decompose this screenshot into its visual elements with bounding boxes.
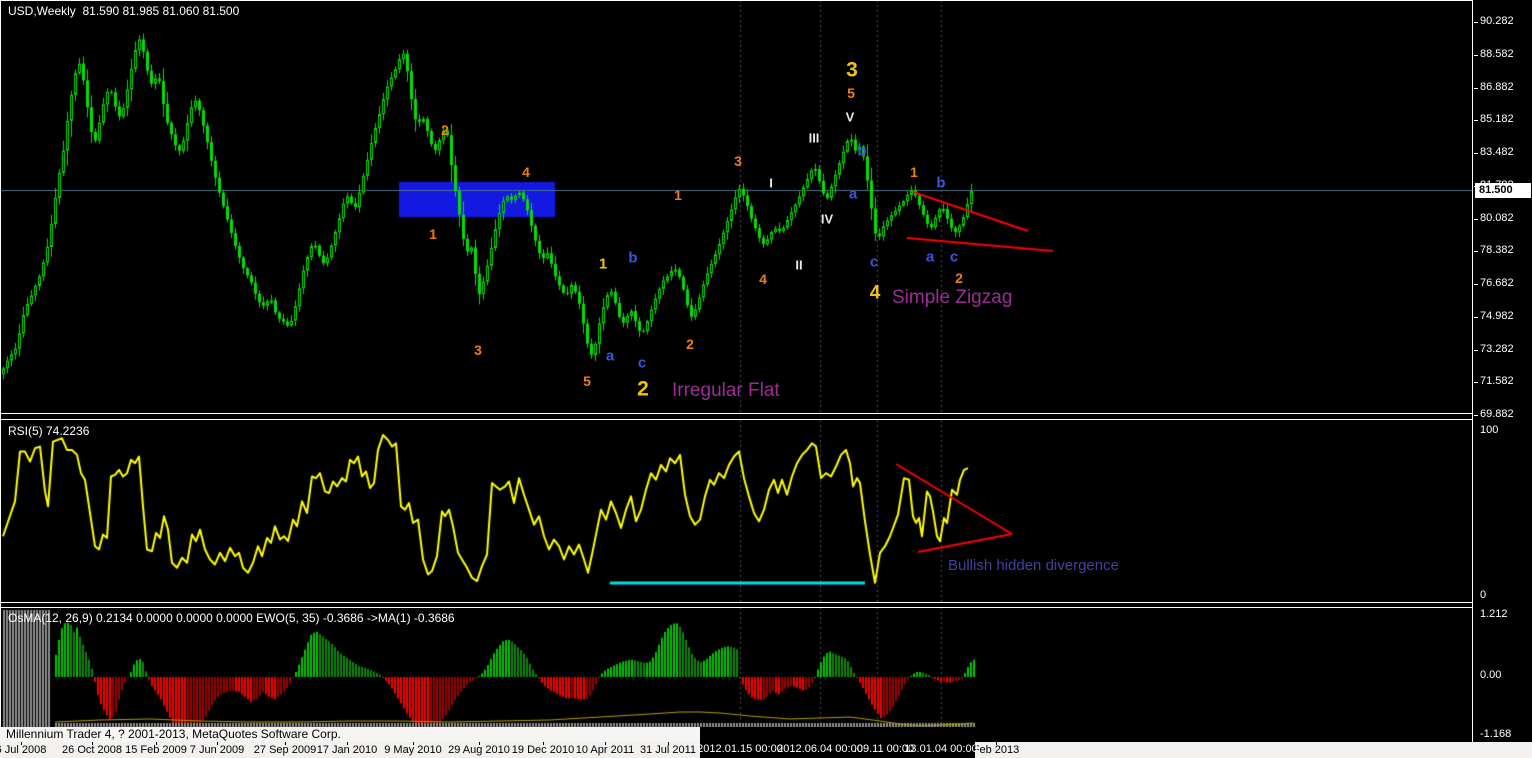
price-tick [1474, 88, 1478, 89]
annotation-bullish-divergence: Bullish hidden divergence [948, 557, 1119, 574]
date-label-highlighted: 2012.06.04 00:00 [777, 743, 863, 755]
date-label: Feb 2013 [972, 744, 1020, 756]
date-label: 17 Jan 2010 [316, 744, 378, 756]
wave-label-a: a [605, 347, 615, 365]
price-tick [1474, 153, 1478, 154]
price-axis-label: 71.582 [1480, 375, 1514, 387]
rsi-panel-canvas[interactable] [0, 420, 1472, 602]
wave-label-3: 3 [474, 342, 482, 358]
wave-label-5: 5 [583, 373, 591, 389]
wave-label-b: b [857, 142, 867, 160]
price-axis-label: 90.282 [1480, 15, 1514, 27]
wave-label-c: c [637, 354, 647, 372]
price-tick [1474, 219, 1478, 220]
trading-terminal: USD,Weekly 81.590 81.985 81.060 81.500 R… [0, 0, 1532, 758]
wave-label-I: I [769, 175, 773, 191]
price-axis-label: 78.382 [1480, 244, 1514, 256]
rsi-indicator-label: RSI(5) 74.2236 [8, 424, 90, 438]
wave-label-3: 3 [846, 58, 858, 82]
wave-label-1: 1 [674, 187, 682, 203]
current-price-box: 81.500 [1475, 183, 1531, 198]
main-panel-bottom-border [0, 413, 1532, 414]
price-axis-label: 74.982 [1480, 310, 1514, 322]
wave-label-2: 2 [686, 336, 694, 352]
date-label: 9 May 2010 [384, 744, 442, 756]
wave-label-IV: IV [820, 211, 834, 227]
date-label: 10 Apr 2011 [575, 744, 635, 756]
wave-label-4: 4 [522, 164, 530, 180]
date-label: 26 Oct 2008 [62, 744, 122, 756]
date-label: 6 Jul 2008 [0, 744, 47, 756]
wave-label-c: c [949, 248, 959, 266]
wave-label-1: 1 [910, 164, 918, 180]
annotation-irregular-flat: Irregular Flat [672, 380, 780, 401]
price-axis-label: 76.682 [1480, 277, 1514, 289]
wave-label-5: 5 [847, 85, 855, 101]
wave-label-a: a [848, 185, 858, 203]
wave-label-1: 1 [429, 226, 437, 242]
chart-title: USD,Weekly 81.590 81.985 81.060 81.500 [8, 4, 239, 18]
rsi-scale-max: 100 [1480, 424, 1499, 436]
main-chart-canvas[interactable] [0, 0, 1472, 413]
price-axis-label: 83.482 [1480, 146, 1514, 158]
wave-label-a: a [925, 248, 935, 266]
window-left-border [0, 0, 1, 742]
price-tick [1474, 22, 1478, 23]
wave-label-III: III [808, 130, 820, 146]
price-tick [1474, 382, 1478, 383]
price-axis-label: 88.582 [1480, 48, 1514, 60]
rsi-scale-min: 0 [1480, 589, 1487, 601]
window-top-border [0, 0, 1532, 1]
price-tick [1474, 284, 1478, 285]
osma-scale-zero: 0.00 [1480, 669, 1502, 681]
rsi-panel-top-border [0, 419, 1532, 420]
wave-label-II: II [795, 257, 803, 273]
osma-scale-min: -1.168 [1480, 728, 1512, 740]
wave-label-4: 4 [869, 282, 881, 304]
copyright-text: Millennium Trader 4, ? 2001-2013, MetaQu… [6, 727, 341, 741]
date-label: 29 Aug 2010 [448, 744, 510, 756]
price-axis: 81.500 90.28288.58286.88285.18283.48281.… [1472, 0, 1532, 742]
price-axis-label: 69.882 [1480, 408, 1514, 420]
osma-panel-top-border [0, 607, 1532, 608]
date-label: 15 Feb 2009 [125, 744, 187, 756]
price-axis-label: 85.182 [1480, 113, 1514, 125]
wave-label-2: 2 [955, 270, 963, 286]
wave-label-2: 2 [637, 377, 649, 401]
annotation-simple-zigzag: Simple Zigzag [892, 287, 1013, 308]
price-tick [1474, 55, 1478, 56]
date-label-highlighted: 2012.01.15 00:00 [697, 743, 783, 755]
price-tick [1474, 120, 1478, 121]
chart-symbol: USD,Weekly [8, 4, 76, 18]
price-tick [1474, 415, 1478, 416]
wave-label-b: b [936, 174, 946, 192]
date-label: 19 Dec 2010 [511, 744, 575, 756]
date-label: 31 Jul 2011 [639, 744, 697, 756]
osma-panel-canvas[interactable] [0, 607, 1472, 742]
wave-label-b: b [628, 249, 638, 267]
copyright-bar: Millennium Trader 4, ? 2001-2013, MetaQu… [0, 727, 700, 742]
highlighted-dates-box: 2012.01.15 00:00 2012.06.04 00:00.09.11 0… [697, 727, 978, 758]
rsi-panel-bottom-border [0, 602, 1532, 603]
price-axis-label: 73.282 [1480, 343, 1514, 355]
price-axis-label: 80.082 [1480, 212, 1514, 224]
wave-label-2: 2 [441, 122, 449, 138]
wave-label-V: V [845, 109, 855, 125]
osma-indicator-label: OsMA(12, 26,9) 0.2134 0.0000 0.0000 0.00… [8, 611, 455, 625]
wave-label-1: 1 [598, 255, 608, 273]
wave-label-c: c [869, 253, 879, 271]
wave-label-3: 3 [734, 153, 742, 169]
chart-ohlc-values: 81.590 81.985 81.060 81.500 [82, 4, 240, 18]
price-tick [1474, 350, 1478, 351]
date-label-highlighted: 13.01.04 00:00 [904, 743, 978, 755]
date-label: 27 Sep 2009 [253, 744, 317, 756]
price-axis-label: 86.882 [1480, 81, 1514, 93]
osma-scale-max: 1.212 [1480, 608, 1508, 620]
price-tick [1474, 317, 1478, 318]
date-label: 7 Jun 2009 [189, 744, 245, 756]
wave-label-4: 4 [759, 271, 767, 287]
price-tick [1474, 251, 1478, 252]
